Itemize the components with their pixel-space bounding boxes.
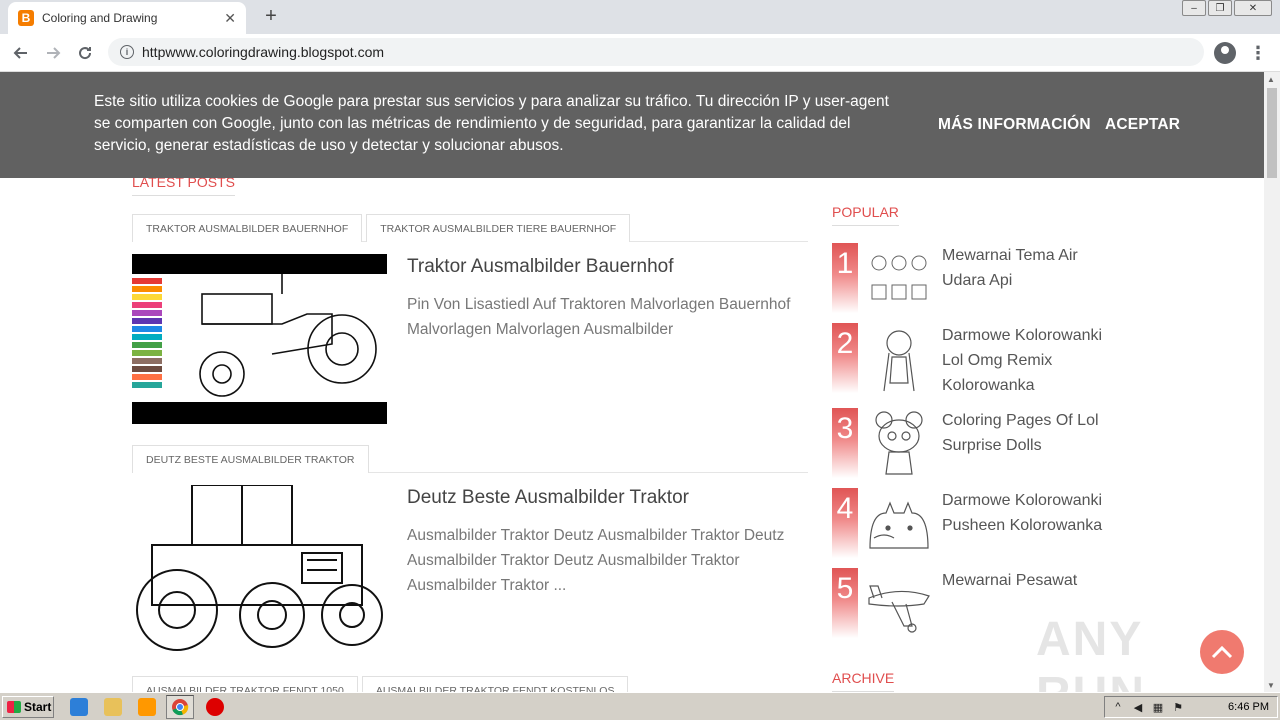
- flag-icon[interactable]: ⚑: [1171, 700, 1185, 714]
- tray-expand-icon[interactable]: ^: [1111, 700, 1125, 714]
- tab-close-icon[interactable]: ✕: [224, 10, 236, 27]
- post-tags: AUSMALBILDER TRAKTOR FENDT 1050 AUSMALBIL…: [132, 676, 808, 692]
- reload-icon[interactable]: [72, 40, 98, 66]
- clock[interactable]: 6:46 PM: [1228, 701, 1269, 713]
- more-info-link[interactable]: MÁS INFORMACIÓN: [938, 116, 1091, 134]
- media-player-icon[interactable]: [138, 698, 156, 716]
- post-tags: TRAKTOR AUSMALBILDER BAUERNHOF TRAKTOR AU…: [132, 214, 808, 242]
- blogger-favicon-icon: B: [18, 10, 34, 26]
- window-controls: – ❐ ✕: [1182, 0, 1272, 16]
- popular-title[interactable]: Darmowe Kolorowanki Lol Omg Remix Koloro…: [942, 323, 1122, 398]
- popular-thumbnail[interactable]: [864, 408, 934, 478]
- windows-taskbar: Start ^ ◀ ▦ ⚑ 6:46 PM: [0, 692, 1280, 720]
- kebab-menu-icon[interactable]: ⋮: [1249, 40, 1267, 66]
- post-excerpt: Ausmalbilder Traktor Deutz Ausmalbilder …: [407, 527, 785, 594]
- post-tag[interactable]: TRAKTOR AUSMALBILDER TIERE BAUERNHOF: [366, 214, 631, 242]
- scrollbar-thumb[interactable]: [1267, 88, 1277, 178]
- post-tag[interactable]: AUSMALBILDER TRAKTOR FENDT 1050: [132, 676, 358, 692]
- scroll-up-arrow-icon[interactable]: ▲: [1267, 75, 1275, 84]
- popular-thumbnail[interactable]: [864, 323, 934, 393]
- cookie-banner: Este sitio utiliza cookies de Google par…: [0, 72, 1264, 178]
- popular-item[interactable]: 4 Darmowe Kolorowanki Pusheen Kolorowank…: [832, 488, 1122, 560]
- minimize-button[interactable]: –: [1182, 0, 1206, 16]
- popular-rank: 2: [832, 323, 858, 393]
- popular-item[interactable]: 1 Mewarnai Tema Air Udara Api: [832, 243, 1122, 315]
- popular-rank: 5: [832, 568, 858, 638]
- browser-toolbar: i httpwww.coloringdrawing.blogspot.com ⋮: [0, 34, 1280, 72]
- forward-arrow-icon[interactable]: [40, 40, 66, 66]
- popular-item[interactable]: 3 Coloring Pages Of Lol Surprise Dolls: [832, 408, 1122, 480]
- popular-thumbnail[interactable]: [864, 243, 934, 313]
- popular-rank: 1: [832, 243, 858, 313]
- popular-heading: POPULAR: [832, 204, 899, 226]
- browser-tab[interactable]: B Coloring and Drawing ✕: [8, 2, 246, 34]
- popular-item[interactable]: 2 Darmowe Kolorowanki Lol Omg Remix Kolo…: [832, 323, 1122, 395]
- post-excerpt: Pin Von Lisastiedl Auf Traktoren Malvorl…: [407, 296, 791, 338]
- address-bar[interactable]: i httpwww.coloringdrawing.blogspot.com: [108, 38, 1204, 66]
- chrome-icon: [172, 699, 189, 716]
- page-viewport: Este sitio utiliza cookies de Google par…: [0, 72, 1264, 692]
- windows-flag-icon: [7, 701, 21, 713]
- profile-avatar-icon[interactable]: [1214, 42, 1236, 64]
- volume-icon[interactable]: ◀: [1131, 700, 1145, 714]
- popular-title[interactable]: Darmowe Kolorowanki Pusheen Kolorowanka: [942, 488, 1122, 538]
- new-tab-button[interactable]: +: [260, 4, 282, 28]
- scroll-to-top-button[interactable]: [1200, 630, 1244, 674]
- post-tag[interactable]: TRAKTOR AUSMALBILDER BAUERNHOF: [132, 214, 363, 242]
- post-title[interactable]: Traktor Ausmalbilder Bauernhof: [407, 256, 673, 278]
- tab-title: Coloring and Drawing: [42, 11, 158, 25]
- site-info-icon[interactable]: i: [120, 45, 134, 59]
- folder-icon[interactable]: [104, 698, 122, 716]
- post-thumbnail[interactable]: [132, 254, 387, 424]
- post-title[interactable]: Deutz Beste Ausmalbilder Traktor: [407, 487, 689, 509]
- stop-sign-icon[interactable]: [206, 698, 224, 716]
- popular-thumbnail[interactable]: [864, 488, 934, 558]
- post-tags: DEUTZ BESTE AUSMALBILDER TRAKTOR: [132, 445, 808, 473]
- post-thumbnail[interactable]: [132, 485, 387, 655]
- popular-rank: 3: [832, 408, 858, 478]
- post-tag[interactable]: AUSMALBILDER TRAKTOR FENDT KOSTENLOS: [361, 676, 629, 692]
- popular-title[interactable]: Mewarnai Tema Air Udara Api: [942, 243, 1122, 293]
- back-arrow-icon[interactable]: [8, 40, 34, 66]
- restore-button[interactable]: ❐: [1208, 0, 1232, 16]
- popular-title[interactable]: Coloring Pages Of Lol Surprise Dolls: [942, 408, 1122, 458]
- scroll-down-arrow-icon[interactable]: ▼: [1267, 681, 1275, 690]
- close-window-button[interactable]: ✕: [1234, 0, 1272, 16]
- start-button[interactable]: Start: [2, 696, 54, 718]
- accept-cookies-button[interactable]: ACEPTAR: [1105, 116, 1180, 134]
- cookie-notice-text: Este sitio utiliza cookies de Google par…: [94, 93, 889, 154]
- popular-title[interactable]: Mewarnai Pesawat: [942, 568, 1122, 593]
- url-text[interactable]: httpwww.coloringdrawing.blogspot.com: [142, 44, 384, 60]
- chrome-taskbar-button[interactable]: [166, 695, 194, 719]
- popular-thumbnail[interactable]: [864, 568, 934, 638]
- archive-heading: ARCHIVE: [832, 670, 895, 692]
- post-tag[interactable]: DEUTZ BESTE AUSMALBILDER TRAKTOR: [132, 445, 369, 473]
- internet-explorer-icon[interactable]: [70, 698, 88, 716]
- tab-bar: B Coloring and Drawing ✕ + – ❐ ✕: [0, 0, 1280, 34]
- deutz-tractor-drawing-icon: [136, 485, 383, 651]
- chevron-up-icon: [1211, 645, 1233, 659]
- network-icon[interactable]: ▦: [1151, 700, 1165, 714]
- start-label: Start: [24, 700, 52, 714]
- system-tray: ^ ◀ ▦ ⚑ 6:46 PM: [1104, 696, 1278, 718]
- popular-rank: 4: [832, 488, 858, 558]
- page-scrollbar[interactable]: ▲ ▼: [1264, 72, 1280, 692]
